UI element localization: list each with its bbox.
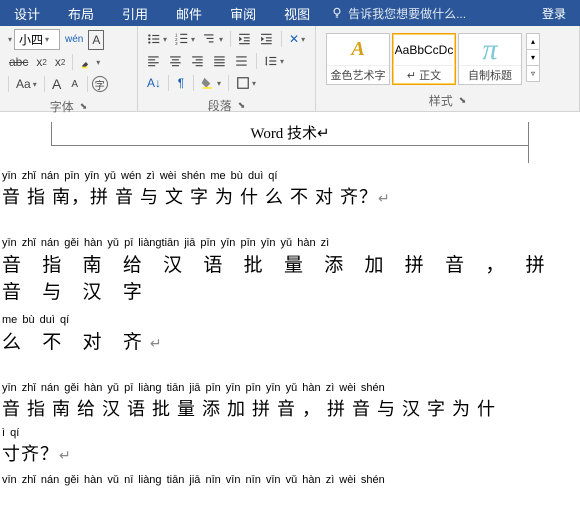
style-label: 自制标题 bbox=[459, 65, 521, 84]
increase-indent-button[interactable] bbox=[257, 29, 277, 49]
borders-icon bbox=[236, 76, 250, 90]
paragraph-4-partial: vīn zhǐ nán gěi hàn vǔ nī liàng tiān jiā… bbox=[2, 474, 570, 486]
tab-layout[interactable]: 布局 bbox=[54, 0, 108, 26]
shrink-font-button[interactable]: A bbox=[67, 74, 83, 94]
grow-font-button[interactable]: A bbox=[49, 74, 65, 94]
text-highlight-button[interactable]: ▾ bbox=[77, 52, 103, 72]
svg-text:3: 3 bbox=[175, 41, 178, 46]
tab-references[interactable]: 引用 bbox=[108, 0, 162, 26]
justify-icon bbox=[213, 54, 227, 68]
justify-button[interactable] bbox=[210, 51, 230, 71]
bullets-button[interactable]: ▾ bbox=[144, 29, 170, 49]
pinyin-line: yīn zhǐ nán pīn yīn yǔ wén zì wèi shén m… bbox=[2, 170, 570, 182]
styles-group: A 金色艺术字 AaBbCcDc ↵ 正文 π 自制标题 ▴ ▾ ▿ 样式 ⬊ bbox=[316, 26, 580, 111]
multilevel-icon bbox=[203, 32, 217, 46]
font-size-value: 小四 bbox=[19, 31, 43, 48]
style-custom-title[interactable]: π 自制标题 bbox=[458, 33, 522, 85]
indent-icon bbox=[260, 32, 274, 46]
line-spacing-icon bbox=[264, 54, 278, 68]
chinese-line: 音 指 南，拼 音 与 文 字 为 什 么 不 对 齐？ bbox=[2, 187, 378, 207]
show-marks-button[interactable]: ¶ bbox=[173, 73, 189, 93]
paragraph-2: yīn zhǐ nán gěi hàn yǔ pī liàngtiān jiā … bbox=[2, 237, 570, 354]
shading-button[interactable]: ▾ bbox=[198, 73, 224, 93]
paragraph-1: yīn zhǐ nán pīn yīn yǔ wén zì wèi shén m… bbox=[2, 170, 570, 209]
phonetic-guide-button[interactable]: wén bbox=[62, 30, 86, 50]
chinese-line: 音 指 南 给 汉 语 批 量 添 加 拼 音 ， 拼 音 与 汉 字 为 什 bbox=[2, 395, 570, 421]
paragraph-mark-icon: ↵ bbox=[378, 190, 391, 206]
paragraph-mark-icon: ↵ bbox=[150, 335, 170, 351]
align-right-icon bbox=[191, 54, 205, 68]
change-case-button[interactable]: Aa▾ bbox=[13, 74, 40, 94]
doc-title: Word 技术↵ bbox=[250, 122, 329, 143]
numbering-button[interactable]: 123▾ bbox=[172, 29, 198, 49]
bullets-icon bbox=[147, 32, 161, 46]
align-right-button[interactable] bbox=[188, 51, 208, 71]
chinese-line: 么 不 对 齐 bbox=[2, 332, 150, 353]
styles-group-launcher[interactable]: ⬊ bbox=[459, 95, 467, 106]
align-left-button[interactable] bbox=[144, 51, 164, 71]
highlight-icon bbox=[80, 55, 94, 69]
tab-design[interactable]: 设计 bbox=[0, 0, 54, 26]
paragraph-group-launcher[interactable]: ⬊ bbox=[238, 100, 246, 111]
style-label: ↵ 正文 bbox=[393, 65, 455, 84]
paragraph-3: yīn zhǐ nán gěi hàn yǔ pī liàng tiān jiā… bbox=[2, 382, 570, 466]
outdent-icon bbox=[238, 32, 252, 46]
pinyin-line: ì qí bbox=[2, 427, 570, 439]
ribbon-toolbar: ▾ 小四▾ wén A abc x2 x2 ▾ Aa▾ bbox=[0, 26, 580, 112]
style-preview: AaBbCcDc bbox=[393, 34, 455, 65]
style-preview: π bbox=[459, 34, 521, 65]
strikethrough-button[interactable]: abc bbox=[6, 52, 31, 72]
styles-group-label: 样式 bbox=[429, 92, 453, 109]
align-left-icon bbox=[147, 54, 161, 68]
superscript-button[interactable]: x2 bbox=[52, 52, 68, 72]
paragraph-mark-icon: ↵ bbox=[59, 447, 72, 463]
paragraph-group: ▾ 123▾ ▾ ✕▾ ▾ bbox=[138, 26, 316, 111]
asian-layout-button[interactable]: ✕▾ bbox=[286, 29, 308, 49]
pinyin-line: yīn zhǐ nán gěi hàn yǔ pī liàngtiān jiā … bbox=[2, 237, 570, 249]
tab-mail[interactable]: 邮件 bbox=[162, 0, 216, 26]
style-preview: A bbox=[327, 34, 389, 65]
tab-review[interactable]: 审阅 bbox=[216, 0, 270, 26]
chinese-line: 寸齐？ bbox=[2, 444, 59, 464]
style-gold-art[interactable]: A 金色艺术字 bbox=[326, 33, 390, 85]
style-label: 金色艺术字 bbox=[327, 65, 389, 84]
align-center-button[interactable] bbox=[166, 51, 186, 71]
subscript-button[interactable]: x2 bbox=[33, 52, 49, 72]
tell-me-search[interactable]: 告诉我您想要做什么... bbox=[324, 5, 528, 22]
line-spacing-button[interactable]: ▾ bbox=[261, 51, 287, 71]
numbering-icon: 123 bbox=[175, 32, 189, 46]
font-size-combo[interactable]: 小四▾ bbox=[14, 29, 60, 50]
pinyin-line: me bù duì qí bbox=[2, 314, 570, 326]
pinyin-line: vīn zhǐ nán gěi hàn vǔ nī liàng tiān jiā… bbox=[2, 474, 570, 486]
font-group: ▾ 小四▾ wén A abc x2 x2 ▾ Aa▾ bbox=[0, 26, 138, 111]
ribbon-tabs: 设计 布局 引用 邮件 审阅 视图 告诉我您想要做什么... 登录 bbox=[0, 0, 580, 26]
title-frame: Word 技术↵ bbox=[51, 122, 529, 146]
tab-view[interactable]: 视图 bbox=[270, 0, 324, 26]
paint-bucket-icon bbox=[201, 76, 215, 90]
style-normal[interactable]: AaBbCcDc ↵ 正文 bbox=[392, 33, 456, 85]
font-group-launcher[interactable]: ⬊ bbox=[80, 101, 88, 112]
distributed-icon bbox=[235, 54, 249, 68]
styles-expand[interactable]: ▿ bbox=[526, 65, 540, 82]
character-border-button[interactable]: A bbox=[88, 30, 104, 50]
styles-scroll-up[interactable]: ▴ bbox=[526, 33, 540, 50]
tell-me-placeholder: 告诉我您想要做什么... bbox=[348, 5, 466, 22]
document-area[interactable]: Word 技术↵ yīn zhǐ nán pīn yīn yǔ wén zì w… bbox=[0, 112, 580, 486]
lightbulb-icon bbox=[330, 6, 344, 20]
pinyin-line: yīn zhǐ nán gěi hàn yǔ pī liàng tiān jiā… bbox=[2, 382, 570, 394]
enclose-characters-button[interactable]: 字 bbox=[92, 76, 108, 92]
sort-button[interactable]: A↓ bbox=[144, 73, 164, 93]
styles-scroll: ▴ ▾ ▿ bbox=[526, 33, 540, 90]
borders-button[interactable]: ▾ bbox=[233, 73, 259, 93]
decrease-indent-button[interactable] bbox=[235, 29, 255, 49]
distributed-button[interactable] bbox=[232, 51, 252, 71]
align-center-icon bbox=[169, 54, 183, 68]
font-family-dropdown[interactable]: ▾ bbox=[8, 35, 12, 44]
styles-scroll-down[interactable]: ▾ bbox=[526, 49, 540, 66]
multilevel-list-button[interactable]: ▾ bbox=[200, 29, 226, 49]
chinese-line: 音 指 南 给 汉 语 批 量 添 加 拼 音 ， 拼 音 与 汉 字 bbox=[2, 250, 570, 304]
sign-in-link[interactable]: 登录 bbox=[528, 5, 580, 22]
